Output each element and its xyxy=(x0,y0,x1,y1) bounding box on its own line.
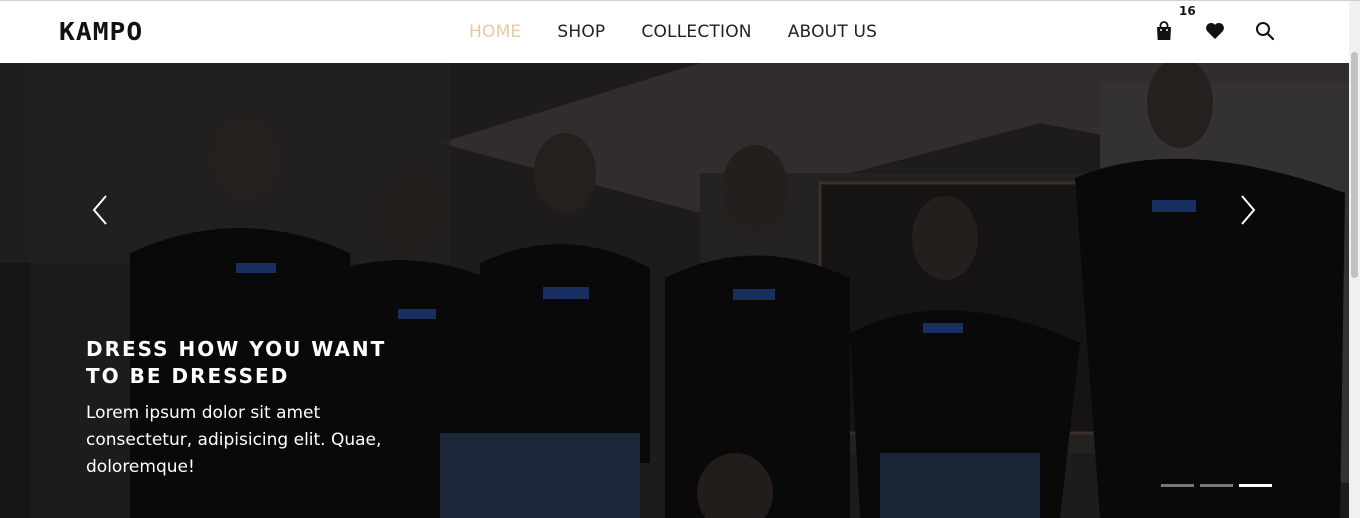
search-button[interactable] xyxy=(1255,21,1275,43)
main-menu: HOME SHOP COLLECTION ABOUT US xyxy=(469,21,913,43)
search-icon xyxy=(1256,22,1275,41)
chevron-left-icon xyxy=(92,195,107,225)
hero-carousel: DRESS HOW YOU WANT TO BE DRESSED Lorem i… xyxy=(0,63,1349,518)
cart-button[interactable]: 16 xyxy=(1155,4,1196,43)
carousel-indicator-2[interactable] xyxy=(1200,484,1233,487)
heart-icon xyxy=(1206,22,1224,39)
brand-logo[interactable]: KAMPO xyxy=(59,19,143,45)
carousel-indicator-3[interactable] xyxy=(1239,484,1272,487)
chevron-right-icon xyxy=(1241,195,1256,225)
carousel-indicator-1[interactable] xyxy=(1161,484,1194,487)
shopping-bag-icon xyxy=(1157,21,1171,40)
nav-item-shop[interactable]: SHOP xyxy=(557,21,605,43)
wishlist-button[interactable] xyxy=(1205,21,1225,43)
cart-count-badge: 16 xyxy=(1179,4,1196,18)
navbar: KAMPO HOME SHOP COLLECTION ABOUT US 16 xyxy=(0,1,1349,63)
hero-heading: DRESS HOW YOU WANT TO BE DRESSED xyxy=(86,337,387,388)
scrollbar-thumb[interactable] xyxy=(1351,52,1358,278)
hero-caption: DRESS HOW YOU WANT TO BE DRESSED Lorem i… xyxy=(86,336,416,481)
header-actions: 16 xyxy=(1155,4,1305,43)
carousel-indicators xyxy=(1161,484,1278,487)
carousel-next-button[interactable] xyxy=(1234,193,1260,227)
nav-item-about-us[interactable]: ABOUT US xyxy=(788,21,877,43)
hero-body-text: Lorem ipsum dolor sit amet consectetur, … xyxy=(86,403,382,477)
carousel-prev-button[interactable] xyxy=(88,193,114,227)
nav-item-collection[interactable]: COLLECTION xyxy=(641,21,751,43)
nav-item-home[interactable]: HOME xyxy=(469,21,521,43)
